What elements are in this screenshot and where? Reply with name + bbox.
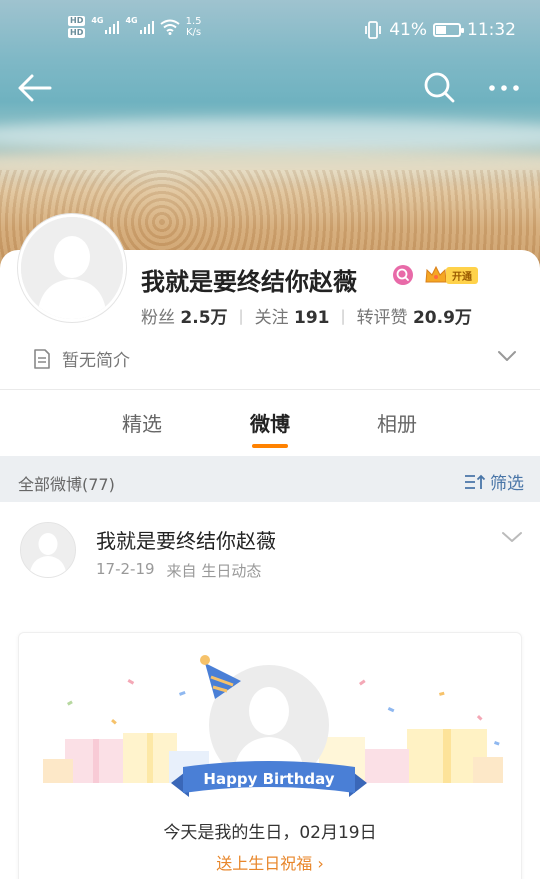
search-button[interactable] — [420, 68, 460, 108]
filter-icon — [465, 474, 486, 489]
tab-album[interactable]: 相册 — [377, 408, 417, 437]
signal-icon — [139, 20, 154, 34]
back-button[interactable] — [14, 68, 54, 108]
profile-screen: HD HD 4G 4G 1.5 K/s 41% 11:32 我就是要终结你赵薇 … — [0, 0, 540, 879]
filter-button[interactable]: 筛选 — [464, 469, 524, 494]
hd-icon: HD HD — [68, 16, 86, 38]
default-avatar-icon — [21, 523, 75, 577]
arrow-left-icon — [18, 74, 52, 102]
battery-percent: 41% — [389, 20, 427, 40]
signal-icon — [105, 20, 120, 34]
vibrate-icon — [365, 21, 382, 39]
tab-indicator — [252, 444, 288, 448]
battery-icon — [433, 23, 464, 37]
vip-badge[interactable]: 开通 — [424, 264, 478, 286]
more-dots-icon — [489, 85, 519, 91]
search-badge-icon[interactable] — [392, 264, 414, 286]
chevron-down-icon[interactable] — [496, 348, 518, 364]
post-count: 全部微博(77) — [18, 475, 115, 494]
avatar[interactable] — [18, 214, 126, 322]
status-bar: HD HD 4G 4G 1.5 K/s 41% 11:32 — [0, 0, 540, 62]
profile-stats: 粉丝 2.5万 | 关注 191 | 转评赞 20.9万 — [141, 303, 472, 329]
more-button[interactable] — [484, 68, 524, 108]
network-speed: 1.5 K/s — [185, 16, 202, 38]
clock: 11:32 — [467, 20, 516, 40]
birthday-message: 今天是我的生日，02月19日 — [163, 823, 377, 843]
birthday-illustration: Happy Birthday — [43, 655, 503, 797]
birthday-wish-link[interactable]: 送上生日祝福 › — [0, 850, 540, 874]
document-icon — [34, 348, 50, 369]
post-meta: 17-2-19 来自 生日动态 — [96, 560, 261, 581]
filter-bar: 全部微博(77) 筛选 — [0, 456, 540, 502]
post-date: 17-2-19 — [96, 560, 155, 578]
crown-icon — [425, 265, 447, 283]
bio-row[interactable]: 暂无简介 — [32, 346, 130, 371]
post-author[interactable]: 我就是要终结你赵薇 — [96, 525, 276, 554]
tab-featured[interactable]: 精选 — [122, 408, 162, 437]
wifi-icon — [160, 19, 180, 35]
tab-weibo[interactable]: 微博 — [250, 408, 290, 437]
bio-text: 暂无简介 — [62, 351, 130, 371]
network-type: 4G — [125, 16, 138, 25]
likes-stat[interactable]: 转评赞 20.9万 — [357, 303, 472, 328]
birthday-banner-text: Happy Birthday — [203, 770, 334, 788]
network-type: 4G — [91, 16, 104, 25]
search-icon — [424, 72, 455, 103]
post-avatar[interactable] — [20, 522, 76, 578]
post-source: 来自 生日动态 — [166, 562, 262, 580]
profile-name: 我就是要终结你赵薇 — [141, 268, 357, 296]
chevron-down-icon[interactable] — [500, 528, 524, 546]
fans-stat[interactable]: 粉丝 2.5万 — [141, 303, 228, 328]
follow-stat[interactable]: 关注 191 — [255, 303, 330, 328]
default-avatar-icon — [21, 217, 123, 319]
